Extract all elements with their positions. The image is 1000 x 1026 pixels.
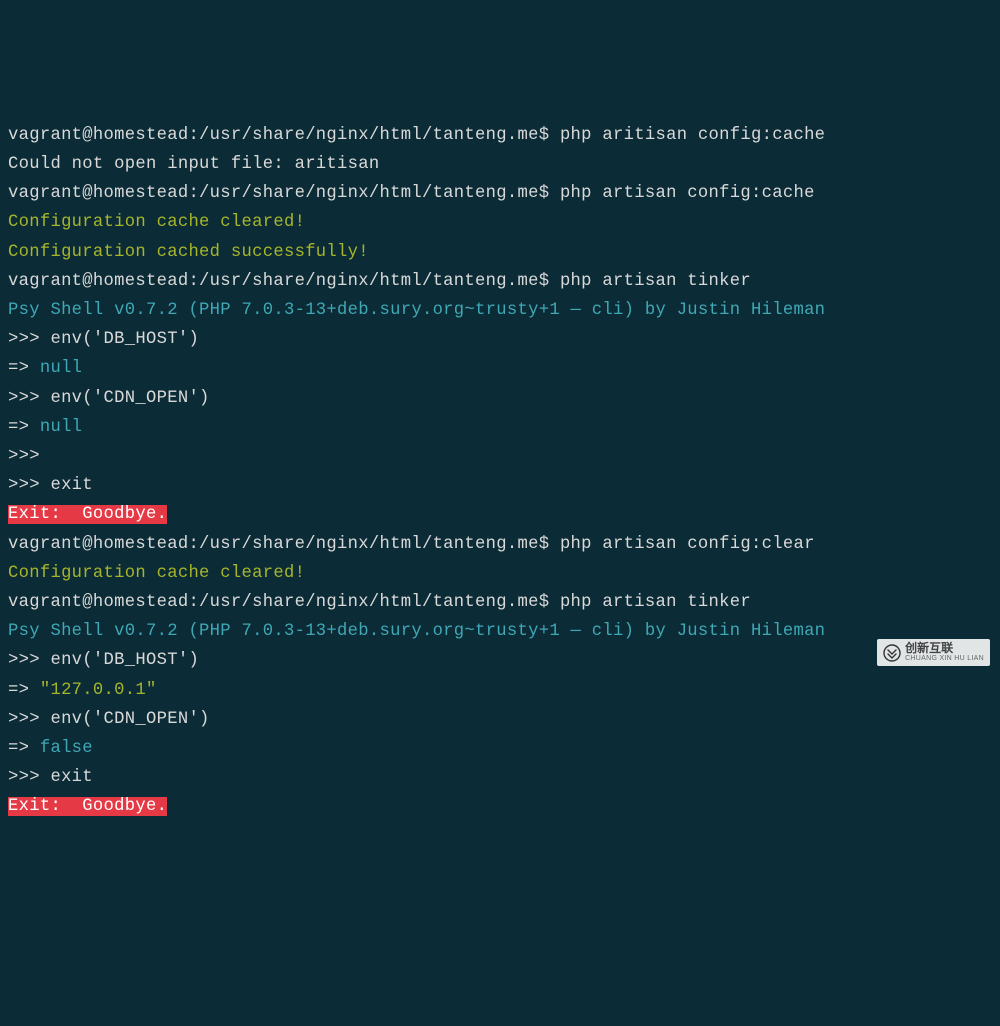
terminal-output[interactable]: vagrant@homestead:/usr/share/nginx/html/… (8, 121, 992, 822)
watermark-badge: 创新互联 CHUANG XIN HU LIAN (877, 639, 990, 666)
terminal-segment-arrow: => (8, 418, 40, 437)
watermark-text-en: CHUANG XIN HU LIAN (905, 655, 984, 663)
terminal-line: Configuration cache cleared! (8, 208, 992, 237)
terminal-segment-repl: >>> env('CDN_OPEN') (8, 710, 210, 729)
watermark-logo-icon (883, 644, 901, 662)
terminal-segment-prompt: vagrant@homestead:/usr/share/nginx/html/… (8, 535, 560, 554)
terminal-line: Exit: Goodbye. (8, 500, 992, 529)
terminal-segment-cmd: php artisan tinker (560, 593, 751, 612)
terminal-segment-repl: >>> env('DB_HOST') (8, 330, 199, 349)
terminal-segment-arrow: => (8, 739, 40, 758)
terminal-line: vagrant@homestead:/usr/share/nginx/html/… (8, 121, 992, 150)
terminal-line: Could not open input file: aritisan (8, 150, 992, 179)
terminal-segment-repl: >>> exit (8, 768, 93, 787)
terminal-segment-repl: >>> (8, 447, 40, 466)
terminal-line: => "127.0.0.1" (8, 676, 992, 705)
terminal-segment-arrow: => (8, 359, 40, 378)
terminal-line: >>> env('DB_HOST') (8, 325, 992, 354)
terminal-line: >>> exit (8, 763, 992, 792)
terminal-line: => false (8, 734, 992, 763)
terminal-line: Psy Shell v0.7.2 (PHP 7.0.3-13+deb.sury.… (8, 617, 992, 646)
terminal-segment-green: Configuration cache cleared! (8, 564, 305, 583)
terminal-segment-green: Configuration cached successfully! (8, 243, 369, 262)
terminal-segment-arrow: => (8, 681, 40, 700)
terminal-line: vagrant@homestead:/usr/share/nginx/html/… (8, 530, 992, 559)
terminal-segment-repl: >>> exit (8, 476, 93, 495)
terminal-segment-cyan: Psy Shell v0.7.2 (PHP 7.0.3-13+deb.sury.… (8, 301, 825, 320)
terminal-segment-cmd: php artisan config:cache (560, 184, 815, 203)
terminal-line: >>> env('CDN_OPEN') (8, 705, 992, 734)
terminal-line: vagrant@homestead:/usr/share/nginx/html/… (8, 588, 992, 617)
terminal-segment-keyword: false (40, 739, 93, 758)
terminal-segment-string: "127.0.0.1" (40, 681, 157, 700)
terminal-line: >>> env('CDN_OPEN') (8, 384, 992, 413)
terminal-line: >>> exit (8, 471, 992, 500)
terminal-line: vagrant@homestead:/usr/share/nginx/html/… (8, 179, 992, 208)
terminal-line: >>> (8, 442, 992, 471)
terminal-line: => null (8, 413, 992, 442)
terminal-line: Psy Shell v0.7.2 (PHP 7.0.3-13+deb.sury.… (8, 296, 992, 325)
watermark-text-cn: 创新互联 (905, 642, 984, 655)
terminal-line: vagrant@homestead:/usr/share/nginx/html/… (8, 267, 992, 296)
terminal-line: Configuration cached successfully! (8, 238, 992, 267)
terminal-segment-cmd: php artisan tinker (560, 272, 751, 291)
terminal-segment-exit-bg: Exit: Goodbye. (8, 505, 167, 524)
terminal-segment-keyword: null (40, 359, 82, 378)
terminal-segment-exit-bg: Exit: Goodbye. (8, 797, 167, 816)
terminal-segment-cyan: Psy Shell v0.7.2 (PHP 7.0.3-13+deb.sury.… (8, 622, 825, 641)
terminal-line: >>> env('DB_HOST') (8, 646, 992, 675)
terminal-segment-prompt: vagrant@homestead:/usr/share/nginx/html/… (8, 272, 560, 291)
terminal-segment-green: Configuration cache cleared! (8, 213, 305, 232)
terminal-segment-prompt: vagrant@homestead:/usr/share/nginx/html/… (8, 126, 560, 145)
terminal-segment-repl: >>> env('DB_HOST') (8, 651, 199, 670)
terminal-segment-repl: >>> env('CDN_OPEN') (8, 389, 210, 408)
terminal-line: Exit: Goodbye. (8, 792, 992, 821)
terminal-segment-err: Could not open input file: aritisan (8, 155, 380, 174)
terminal-segment-cmd: php aritisan config:cache (560, 126, 825, 145)
terminal-line: => null (8, 354, 992, 383)
terminal-line: Configuration cache cleared! (8, 559, 992, 588)
terminal-segment-cmd: php artisan config:clear (560, 535, 815, 554)
terminal-segment-prompt: vagrant@homestead:/usr/share/nginx/html/… (8, 593, 560, 612)
terminal-segment-keyword: null (40, 418, 82, 437)
terminal-segment-prompt: vagrant@homestead:/usr/share/nginx/html/… (8, 184, 560, 203)
